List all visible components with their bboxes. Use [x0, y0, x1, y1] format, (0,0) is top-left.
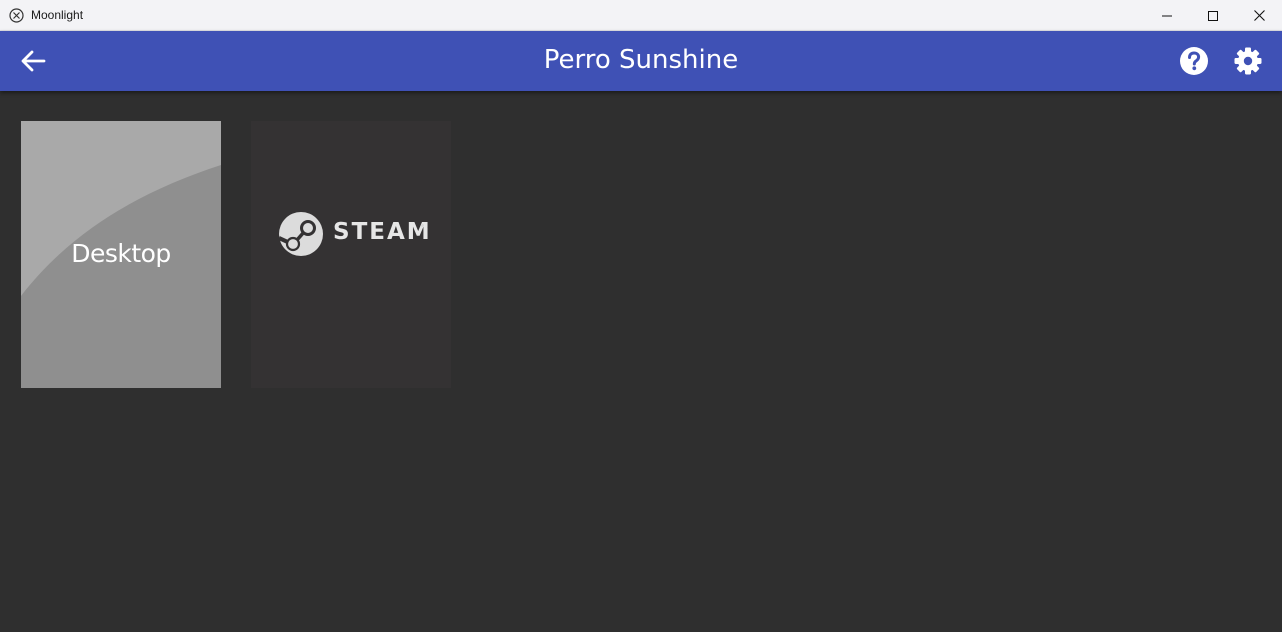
minimize-icon: [1162, 15, 1172, 16]
app-toolbar: Perro Sunshine: [0, 31, 1282, 91]
app-tile-desktop[interactable]: Desktop: [21, 121, 221, 388]
app-tile-steam[interactable]: STEAM: [251, 121, 451, 388]
gear-icon: [1234, 47, 1262, 75]
maximize-icon: [1208, 10, 1218, 21]
moonlight-logo-icon: [9, 8, 24, 23]
window-titlebar[interactable]: Moonlight: [0, 0, 1282, 31]
close-button[interactable]: [1236, 0, 1282, 31]
page-title: Perro Sunshine: [543, 45, 739, 75]
help-button[interactable]: [1175, 42, 1213, 80]
help-circle-icon: [1180, 47, 1208, 75]
maximize-button[interactable]: [1190, 0, 1236, 31]
window-title: Moonlight: [31, 8, 84, 22]
close-icon: [1253, 10, 1265, 21]
settings-button[interactable]: [1229, 42, 1267, 80]
app-tile-label: Desktop: [71, 239, 171, 268]
steam-wordmark: STEAM: [333, 219, 432, 245]
registered-mark: [421, 224, 424, 227]
minimize-button[interactable]: [1144, 0, 1190, 31]
steam-logo-icon: [278, 212, 323, 256]
